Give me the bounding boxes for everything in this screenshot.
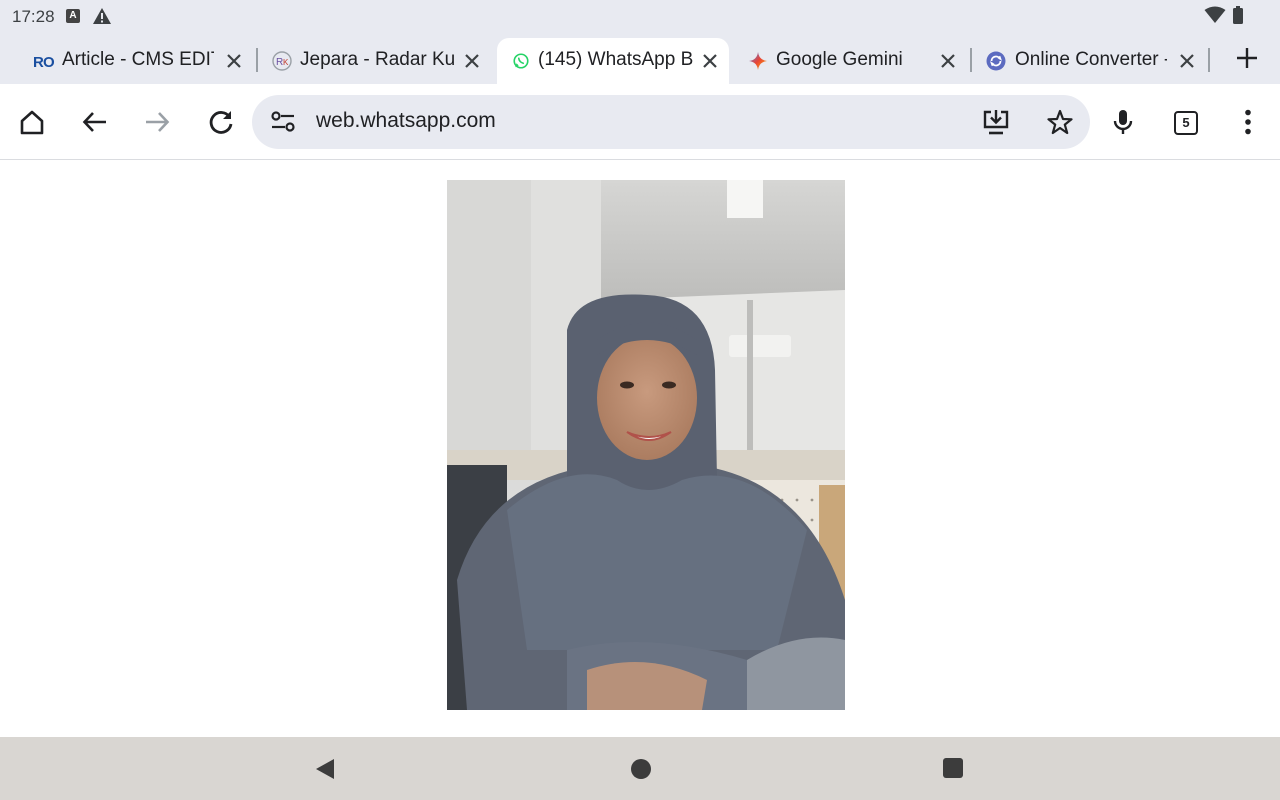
- tab-online-converter[interactable]: Online Converter -: [974, 38, 1208, 84]
- tab-google-gemini[interactable]: Google Gemini: [735, 38, 969, 84]
- wifi-icon: [1204, 6, 1226, 23]
- back-arrow-icon: [82, 112, 106, 132]
- home-button[interactable]: [14, 104, 50, 140]
- tab-separator: [1208, 48, 1210, 72]
- tab-article-cms[interactable]: R O Article - CMS EDIT: [20, 38, 256, 84]
- system-back-icon[interactable]: [314, 757, 336, 781]
- tab-switcher-button[interactable]: 5: [1174, 111, 1198, 135]
- svg-text:K: K: [283, 58, 289, 67]
- voice-search-button[interactable]: [1105, 104, 1141, 140]
- close-tab-icon[interactable]: [223, 50, 245, 72]
- address-bar[interactable]: web.whatsapp.com: [252, 95, 1090, 149]
- browser-toolbar: web.whatsapp.com 5: [0, 84, 1280, 160]
- install-app-icon[interactable]: [982, 108, 1010, 136]
- tab-separator: [970, 48, 972, 72]
- system-recents-icon[interactable]: [943, 758, 963, 778]
- rk-logo-icon: R K: [272, 51, 292, 71]
- tab-title: (145) WhatsApp Bu: [538, 49, 693, 70]
- system-navigation-bar: [0, 737, 1280, 800]
- back-button[interactable]: [77, 104, 113, 140]
- forward-arrow-icon: [146, 112, 170, 132]
- more-menu-button[interactable]: [1230, 104, 1266, 140]
- gemini-icon: [749, 52, 767, 70]
- forward-button[interactable]: [139, 104, 175, 140]
- three-dot-menu-icon: [1245, 109, 1251, 135]
- microphone-icon: [1113, 110, 1133, 134]
- portrait-photo: [447, 180, 845, 710]
- close-tab-icon[interactable]: [461, 50, 483, 72]
- status-time: 17:28: [12, 7, 55, 26]
- tab-title: Article - CMS EDIT: [62, 49, 214, 70]
- close-tab-icon[interactable]: [1176, 50, 1198, 72]
- svg-text:O: O: [43, 54, 55, 70]
- tab-title: Online Converter -: [1015, 49, 1167, 70]
- reload-icon: [209, 111, 233, 134]
- site-settings-icon[interactable]: [270, 110, 296, 134]
- url-text[interactable]: web.whatsapp.com: [316, 109, 496, 133]
- bookmark-star-icon[interactable]: [1046, 108, 1074, 136]
- battery-icon: [1233, 6, 1243, 24]
- keyboard-indicator-icon: A: [66, 9, 80, 23]
- converter-icon: [986, 51, 1006, 71]
- ro-logo-icon: R O: [33, 54, 55, 70]
- close-tab-icon[interactable]: [937, 50, 959, 72]
- reload-button[interactable]: [203, 104, 239, 140]
- page-content: [0, 160, 1280, 737]
- tab-title: Google Gemini: [776, 49, 903, 70]
- system-home-icon[interactable]: [631, 759, 651, 779]
- whatsapp-icon: [513, 53, 529, 69]
- warning-icon: [93, 8, 111, 24]
- home-icon: [20, 110, 44, 135]
- tab-whatsapp[interactable]: (145) WhatsApp Bu: [497, 38, 729, 84]
- tab-separator: [256, 48, 258, 72]
- tab-title: Jepara - Radar Kud: [300, 49, 455, 70]
- tab-strip: R O Article - CMS EDIT R K Jepara - Rada…: [0, 34, 1280, 84]
- new-tab-plus-icon[interactable]: [1234, 45, 1260, 71]
- close-tab-icon[interactable]: [699, 50, 721, 72]
- status-bar: 17:28 A: [0, 0, 1280, 34]
- tab-jepara-radar[interactable]: R K Jepara - Radar Kud: [260, 38, 494, 84]
